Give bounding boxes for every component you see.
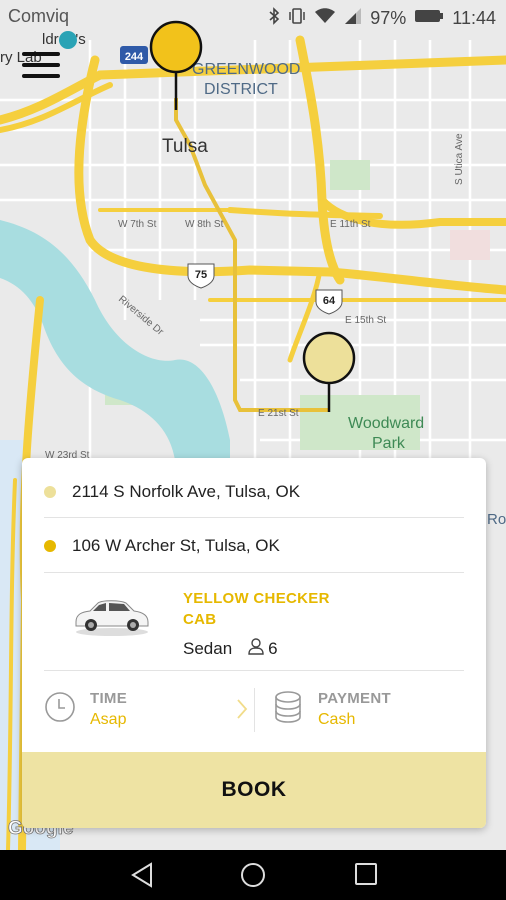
payment-option[interactable]: PAYMENT Cash: [274, 672, 464, 746]
street-label: W 8th St: [185, 219, 224, 230]
time-option[interactable]: TIME Asap: [44, 672, 248, 746]
car-image: [72, 594, 152, 643]
street-label: S Utica Ave: [454, 133, 465, 185]
person-icon: [248, 638, 264, 660]
time-text: TIME Asap: [90, 690, 127, 729]
vibrate-icon: [288, 7, 306, 30]
clock-icon: [44, 691, 76, 728]
status-bar: Comviq 97% 11:44: [0, 0, 506, 34]
vehicle-type: Sedan: [183, 639, 233, 658]
shield-label: 75: [195, 269, 207, 281]
battery-percent: 97%: [370, 8, 407, 28]
trip-options: TIME Asap PAYMENT Cash: [22, 672, 486, 746]
time-value: Asap: [90, 710, 127, 728]
wifi-icon: [314, 7, 336, 30]
hamburger-menu-icon[interactable]: [22, 52, 60, 86]
carrier-name: Comviq: [8, 6, 70, 26]
map-label: GREENWOOD: [192, 61, 300, 78]
pickup-dot-icon: [44, 486, 56, 498]
pickup-address-row[interactable]: 2114 S Norfolk Ave, Tulsa, OK: [22, 464, 486, 520]
pickup-address: 2114 S Norfolk Ave, Tulsa, OK: [72, 482, 301, 501]
nav-home-icon[interactable]: [240, 862, 266, 893]
street-label: E 11th St: [330, 219, 371, 230]
seat-count: 6: [268, 639, 278, 658]
shield-label: 64: [323, 295, 336, 307]
map-block: [450, 230, 490, 260]
divider: [44, 572, 464, 573]
map-label: Rood: [487, 511, 506, 528]
battery-icon: [414, 8, 444, 29]
company-name-line1: YELLOW CHECKER: [183, 590, 330, 607]
dropoff-dot-icon: [44, 540, 56, 552]
company-name-line2: CAB: [183, 611, 217, 628]
map-label: DISTRICT: [204, 81, 278, 98]
park-area: [330, 160, 370, 190]
dropoff-address-row[interactable]: 106 W Archer St, Tulsa, OK: [22, 518, 486, 574]
clock-time: 11:44: [452, 8, 496, 28]
vehicle-option[interactable]: YELLOW CHECKER CAB Sedan 6: [22, 574, 486, 672]
status-icons: 97% 11:44: [268, 7, 496, 30]
shield-label: 244: [125, 51, 144, 63]
city-label: Tulsa: [162, 136, 208, 157]
signal-icon: [344, 7, 362, 30]
options-separator: [254, 688, 255, 732]
chevron-right-icon: [236, 698, 248, 725]
bluetooth-icon: [268, 7, 280, 30]
nav-back-icon[interactable]: [130, 862, 154, 893]
android-nav-bar: [0, 850, 506, 900]
nav-recents-icon[interactable]: [354, 862, 378, 891]
payment-text: PAYMENT Cash: [318, 690, 391, 729]
company-name: YELLOW CHECKER CAB: [183, 588, 383, 630]
park-label: Park: [372, 435, 406, 452]
time-label: TIME: [90, 689, 128, 707]
booking-card: 2114 S Norfolk Ave, Tulsa, OK 106 W Arch…: [22, 458, 486, 828]
park-label: Woodward: [348, 415, 424, 432]
payment-value: Cash: [318, 710, 356, 728]
street-label: E 21st St: [258, 408, 299, 419]
book-button[interactable]: BOOK: [22, 752, 486, 828]
payment-label: PAYMENT: [318, 689, 391, 707]
vehicle-details: Sedan 6: [183, 638, 278, 660]
street-label: E 15th St: [345, 315, 386, 326]
coins-stack-icon: [274, 690, 302, 729]
dropoff-address: 106 W Archer St, Tulsa, OK: [72, 536, 280, 555]
divider: [44, 670, 464, 671]
street-label: W 7th St: [118, 219, 157, 230]
